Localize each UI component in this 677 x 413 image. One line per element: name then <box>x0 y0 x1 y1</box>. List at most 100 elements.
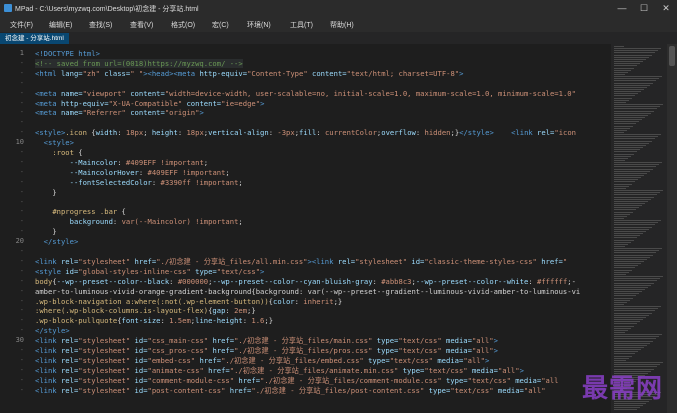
menu-macro[interactable]: 宏(C) <box>212 20 229 30</box>
code-token: id= <box>130 365 148 375</box>
code-token: "./初念建 - 分享站_files/main.css" <box>234 336 373 346</box>
code-token: id= <box>130 375 148 385</box>
code-token: : <box>169 276 178 286</box>
code-token: type= <box>424 385 451 395</box>
minimap-line <box>614 202 645 204</box>
menu-help[interactable]: 帮助(H) <box>330 20 354 30</box>
minimap-line <box>614 86 647 88</box>
minimize-button[interactable]: — <box>611 0 633 17</box>
line-number: - <box>19 227 24 236</box>
menu-format[interactable]: 格式(O) <box>171 20 195 30</box>
code-token: "./初念建 - 分享站_files/post-content.css" <box>251 385 425 395</box>
menu-edit[interactable]: 编辑(E) <box>49 20 72 30</box>
line-number: 1 <box>19 49 24 57</box>
minimap-line <box>614 104 663 106</box>
minimap-line <box>614 93 638 95</box>
minimap-line <box>614 112 651 114</box>
line-number: - <box>19 375 24 384</box>
code-token: id= <box>130 385 148 395</box>
code-token: "stylesheet" <box>78 365 131 375</box>
minimap-line <box>614 308 658 310</box>
minimap-line <box>614 140 652 142</box>
code-line: <meta http-equiv="X-UA-Compatible" conte… <box>35 99 264 108</box>
code-token: href= <box>130 256 157 266</box>
minimap-line <box>614 205 642 207</box>
code-token: <link <box>35 385 57 395</box>
close-button[interactable]: ✕ <box>655 0 677 17</box>
code-token: "./初念建 - 分享站_files/animate.min.css" <box>229 365 399 375</box>
code-token: { <box>86 128 96 138</box>
code-token: "stylesheet" <box>78 256 131 266</box>
maximize-button[interactable]: ☐ <box>633 0 655 17</box>
code-token: : <box>112 217 122 227</box>
menu-tools[interactable]: 工具(T) <box>290 20 313 30</box>
minimap-line <box>614 129 627 131</box>
code-token: > <box>484 355 490 365</box>
minimap-line <box>614 265 638 267</box>
menu-environment[interactable]: 环境(N) <box>247 20 271 30</box>
code-token: rel= <box>56 385 79 395</box>
menu-bar: 文件(F) 编辑(E) 查找(S) 查看(V) 格式(O) 宏(C) 环境(N)… <box>0 17 677 32</box>
minimap-line <box>614 314 649 316</box>
code-token: ;} <box>450 128 460 138</box>
code-token: type= <box>190 266 217 276</box>
code-token: "text/html; charset=UTF-8" <box>346 68 460 78</box>
menu-file[interactable]: 文件(F) <box>10 20 33 30</box>
minimap-line <box>614 95 635 97</box>
menu-view[interactable]: 查看(V) <box>130 20 153 30</box>
minimap-line <box>614 256 650 258</box>
minimap[interactable] <box>611 44 667 413</box>
minimap-line <box>614 177 641 179</box>
minimap-line <box>614 321 640 323</box>
minimap-line <box>614 138 655 140</box>
code-token: "origin" <box>164 108 200 118</box>
code-line: body{--wp--preset--color--black: #000000… <box>35 277 576 286</box>
code-token: --fontSelectedColor <box>69 177 152 187</box>
code-editor[interactable]: <!DOCTYPE html> <!-- saved from url=(0018… <box>32 44 611 413</box>
code-token: :where(.wp-block-columns.is-layout-flex) <box>35 306 209 316</box>
scrollbar-thumb[interactable] <box>669 46 675 66</box>
code-token: 1.6 <box>251 316 265 326</box>
code-token: > <box>459 68 464 78</box>
code-token: media= <box>467 365 498 375</box>
code-token: content= <box>125 108 165 118</box>
vertical-scrollbar[interactable] <box>667 44 677 413</box>
line-number: - <box>19 187 24 196</box>
line-number: - <box>19 128 24 137</box>
code-token: > <box>493 336 498 346</box>
minimap-line <box>614 301 627 303</box>
code-token: color <box>273 296 295 306</box>
minimap-line <box>614 116 645 118</box>
minimap-line <box>614 312 652 314</box>
code-token: ; <box>203 157 209 167</box>
line-number: - <box>19 247 24 255</box>
code-token: --MaincolorHover <box>69 167 139 177</box>
code-token: --wp--preset--color--white <box>415 276 529 286</box>
minimap-line <box>614 46 624 47</box>
minimap-line <box>614 132 624 133</box>
code-token: : <box>316 128 325 138</box>
code-token: width <box>95 128 118 138</box>
menu-search[interactable]: 查找(S) <box>89 20 112 30</box>
minimap-line <box>614 327 631 329</box>
minimap-line <box>614 54 652 56</box>
minimap-line <box>614 61 643 63</box>
minimap-line <box>614 258 647 260</box>
code-token: --wp--preset--color--cyan-bluish-gray <box>212 276 373 286</box>
code-token: name= <box>56 88 83 98</box>
minimap-line <box>614 353 635 355</box>
minimap-line <box>614 82 653 84</box>
minimap-line <box>614 63 640 65</box>
code-token: media= <box>441 346 472 355</box>
tab-document[interactable]: 初念建 - 分享站.html <box>0 33 69 44</box>
code-line: .wp-block-navigation a:where(:not(.wp-el… <box>35 297 342 306</box>
code-token: "animate-css" <box>147 365 204 375</box>
line-number: - <box>19 157 24 166</box>
line-number: - <box>19 108 24 117</box>
code-token: "zh" <box>82 68 100 78</box>
minimap-line <box>614 342 650 344</box>
minimap-line <box>614 299 630 301</box>
